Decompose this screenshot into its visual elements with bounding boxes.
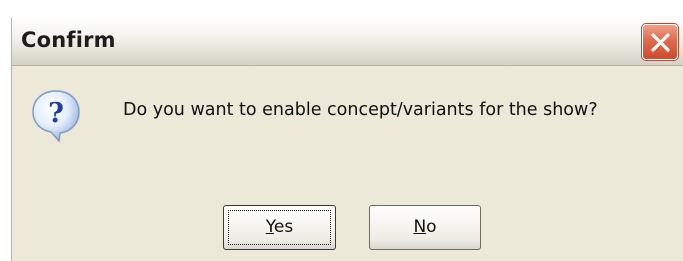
no-mnemonic: N (413, 217, 427, 237)
question-icon: ? (32, 90, 80, 143)
dialog-body: ? Do you want to enable concept/variants… (12, 66, 683, 261)
focus-ring (228, 210, 331, 245)
no-button[interactable]: No (369, 205, 481, 250)
confirm-message: Do you want to enable concept/variants f… (123, 100, 598, 120)
title-bar[interactable]: Confirm (12, 18, 683, 66)
yes-button[interactable]: Yes (223, 205, 336, 250)
svg-text:?: ? (48, 98, 64, 129)
confirm-dialog: Confirm ? Do you want to enable concept/… (11, 18, 683, 261)
close-button[interactable] (642, 24, 678, 60)
no-label-rest: o (426, 217, 437, 237)
dialog-title: Confirm (21, 28, 116, 52)
close-icon (651, 33, 670, 52)
